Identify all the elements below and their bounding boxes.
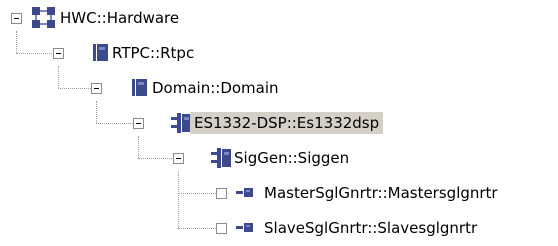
hardware-group-icon xyxy=(32,7,55,28)
minus-icon xyxy=(56,53,61,54)
expander-toggle[interactable] xyxy=(133,118,144,129)
expander-toggle[interactable] xyxy=(173,153,184,164)
tree-guide-line xyxy=(58,88,91,89)
tree-node-rtpc[interactable]: RTPC::Rtpc xyxy=(108,42,198,64)
tree-guide-line xyxy=(138,158,172,159)
tree-guide-line xyxy=(58,66,59,88)
expander-toggle[interactable] xyxy=(91,83,102,94)
tree-guide-line xyxy=(178,228,216,229)
tree-node-mastersglgnrtr[interactable]: MasterSglGnrtr::Mastersglgnrtr xyxy=(260,182,502,204)
leaf-component-icon xyxy=(236,188,253,197)
minus-icon xyxy=(14,18,19,19)
tree-node-slavesglgnrtr[interactable]: SlaveSglGnrtr::Slavesglgnrtr xyxy=(260,217,481,239)
tree-guide-line xyxy=(16,31,17,53)
tree-node-siggen[interactable]: SigGen::Siggen xyxy=(230,147,353,169)
tree-guide-line xyxy=(138,136,139,158)
tree-guide-line xyxy=(178,193,216,194)
minus-icon xyxy=(176,158,181,159)
tree-node-es1332-dsp[interactable]: ES1332-DSP::Es1332dsp xyxy=(190,112,384,134)
tree-node-domain[interactable]: Domain::Domain xyxy=(148,77,283,99)
tree-guide-line xyxy=(96,101,97,123)
expander-box-empty[interactable] xyxy=(216,223,227,234)
minus-icon xyxy=(94,88,99,89)
expander-toggle[interactable] xyxy=(11,13,22,24)
tree-view: HWC::Hardware RTPC::Rtpc Domain::Domain … xyxy=(0,0,558,246)
tree-guide-line xyxy=(178,171,179,228)
expander-box-empty[interactable] xyxy=(216,188,227,199)
tree-guide-line xyxy=(96,123,133,124)
leaf-component-icon xyxy=(236,223,253,232)
expander-toggle[interactable] xyxy=(53,48,64,59)
tree-node-hwc-hardware[interactable]: HWC::Hardware xyxy=(56,7,183,29)
block-icon xyxy=(132,79,147,96)
tree-guide-line xyxy=(16,53,54,54)
minus-icon xyxy=(136,123,141,124)
